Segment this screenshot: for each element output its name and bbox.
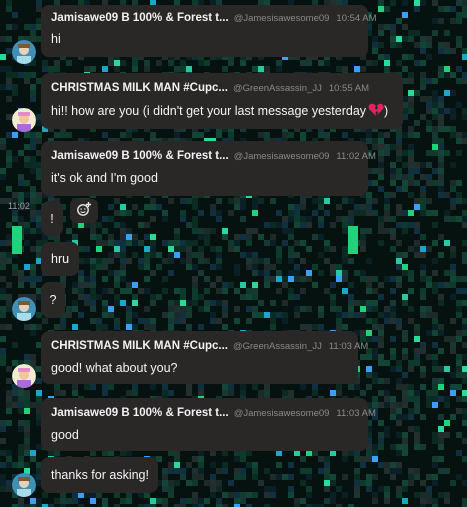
- message-timestamp: 10:55 AM: [328, 83, 369, 94]
- message-text: hi!! how are you (i didn't get your last…: [51, 104, 367, 118]
- message-card: Jamisawe09 B 100% & Forest t... @Jamesis…: [41, 5, 377, 57]
- avatar[interactable]: [12, 40, 36, 64]
- add-reaction-button[interactable]: [70, 199, 98, 223]
- message-bubble: hru: [41, 242, 79, 276]
- broken-heart-icon: [368, 103, 384, 120]
- message-text: !: [50, 211, 54, 226]
- avatar[interactable]: [12, 364, 36, 388]
- message-text: good: [51, 428, 79, 442]
- message-timestamp: 11:02 AM: [336, 151, 376, 162]
- message-card: CHRISTMAS MILK MAN #Cupc... @GreenAssass…: [41, 331, 368, 384]
- message-timestamp: 10:54 AM: [336, 13, 377, 24]
- message-card: Jamisawe09 B 100% & Forest t... @Jamesis…: [41, 141, 376, 196]
- message-timestamp: 11:03 AM: [328, 341, 369, 352]
- avatar[interactable]: [12, 297, 36, 321]
- message-timestamp: 11:03 AM: [336, 408, 376, 419]
- message-card: CHRISTMAS MILK MAN #Cupc... @GreenAssass…: [41, 73, 403, 129]
- message-bubble: ?: [41, 282, 65, 318]
- message-author[interactable]: Jamisawe09 B 100% & Forest t...: [51, 12, 229, 24]
- message-author[interactable]: CHRISTMAS MILK MAN #Cupc...: [51, 82, 228, 94]
- hover-timestamp: 11:02: [8, 201, 30, 211]
- message-author[interactable]: Jamisawe09 B 100% & Forest t...: [51, 150, 229, 162]
- message-author[interactable]: Jamisawe09 B 100% & Forest t...: [51, 407, 229, 419]
- message-handle: @Jamesisawesome09: [233, 151, 330, 162]
- message-handle: @GreenAssassin_JJ: [232, 341, 322, 352]
- message-bubble: !: [41, 201, 63, 236]
- add-reaction-icon: [76, 201, 92, 222]
- avatar[interactable]: [12, 108, 36, 132]
- message-text-tail: ): [384, 104, 389, 118]
- message-author[interactable]: CHRISTMAS MILK MAN #Cupc...: [51, 340, 228, 352]
- message-text: hru: [51, 252, 70, 266]
- message-text: good! what about you?: [51, 361, 178, 375]
- message-bubble: thanks for asking!: [41, 457, 158, 493]
- message-handle: @GreenAssassin_JJ: [232, 83, 322, 94]
- message-handle: @Jamesisawesome09: [233, 13, 330, 24]
- message-text: thanks for asking!: [51, 468, 149, 482]
- message-card: Jamisawe09 B 100% & Forest t... @Jamesis…: [41, 398, 376, 451]
- message-text: it's ok and I'm good: [51, 171, 158, 185]
- avatar[interactable]: [12, 473, 36, 497]
- message-text: hi: [51, 32, 61, 46]
- message-text: ?: [49, 293, 57, 307]
- message-handle: @Jamesisawesome09: [233, 408, 330, 419]
